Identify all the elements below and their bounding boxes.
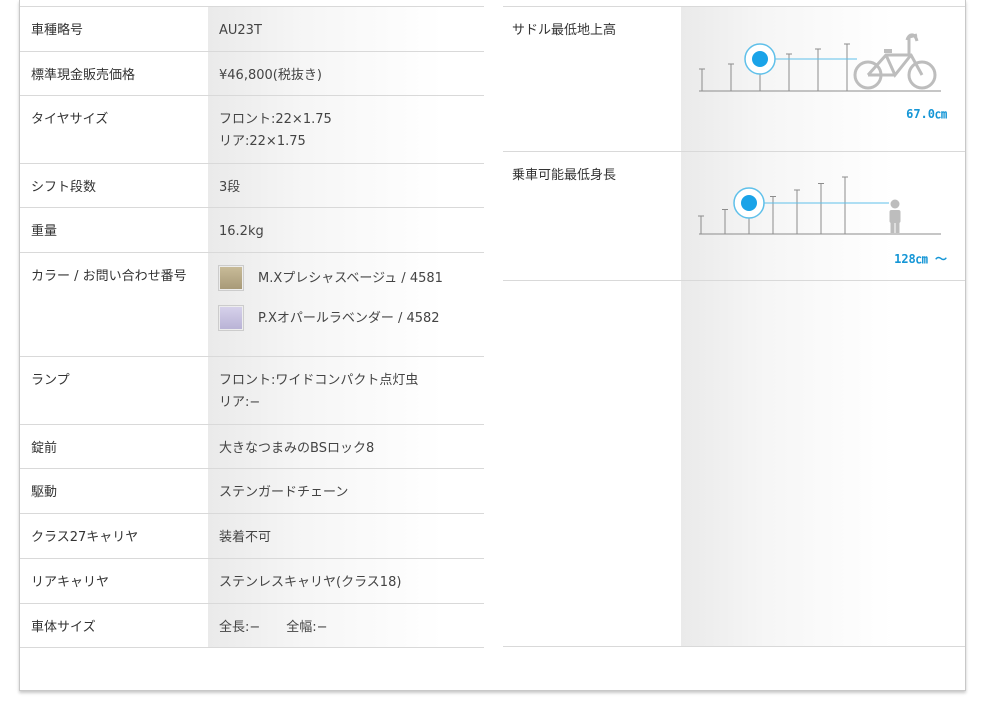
fit-label: サドル最低地上高 — [512, 23, 617, 38]
spec-value: ステンレスキャリヤ(クラス18) — [208, 559, 484, 603]
fit-table: サドル最低地上高 67.0㎝ 乗車可能最低身長 128㎝ 〜 — [503, 6, 965, 647]
saddle-height-value: 67.0㎝ — [906, 107, 947, 121]
spec-value-line: 全長:− 全幅:− — [219, 620, 328, 635]
spec-row-price: 標準現金販売価格 ¥46,800(税抜き) — [20, 51, 484, 95]
spec-label: シフト段数 — [31, 180, 97, 195]
color-option[interactable]: M.Xプレシャスベージュ / 4581 — [218, 265, 478, 295]
spec-label: リアキャリヤ — [31, 575, 110, 590]
spec-row-model-code: 車種略号 AU23T — [20, 6, 484, 51]
spec-value: AU23T — [208, 7, 484, 51]
spec-value: 大きなつまみのBSロック8 — [208, 425, 484, 468]
color-list: M.Xプレシャスベージュ / 4581 P.Xオパールラベンダー / 4582 — [208, 253, 484, 356]
spec-row-colors: カラー / お問い合わせ番号 M.Xプレシャスベージュ / 4581 P.Xオパ… — [20, 252, 484, 356]
person-icon — [889, 199, 901, 233]
fit-value: 128㎝ 〜 — [681, 152, 965, 280]
spec-value-line: ステンレスキャリヤ(クラス18) — [219, 575, 402, 590]
color-option[interactable]: P.Xオパールラベンダー / 4582 — [218, 305, 478, 335]
spec-value-line: 大きなつまみのBSロック8 — [219, 441, 375, 456]
spec-value: ¥46,800(税抜き) — [208, 52, 484, 95]
spec-value: フロント:22×1.75 リア:22×1.75 — [208, 96, 484, 163]
color-swatch-fill — [220, 267, 242, 289]
spec-row-weight: 重量 16.2kg — [20, 207, 484, 252]
spec-label: カラー / お問い合わせ番号 — [31, 269, 187, 284]
spec-row-class27-carrier: クラス27キャリヤ 装着不可 — [20, 513, 484, 558]
spec-value-line: ¥46,800(税抜き) — [219, 68, 322, 83]
spec-row-body-size: 車体サイズ 全長:− 全幅:− — [20, 603, 484, 648]
spec-value: 3段 — [208, 164, 484, 207]
spec-label: 駆動 — [31, 485, 58, 500]
color-name: M.Xプレシャスベージュ / 4581 — [258, 271, 443, 286]
gauge-marker — [733, 187, 765, 219]
spec-value-line: 16.2kg — [219, 224, 264, 239]
fit-row-empty — [503, 280, 965, 646]
color-swatch — [218, 265, 244, 291]
fit-row-min-rider-height: 乗車可能最低身長 128㎝ 〜 — [503, 151, 965, 280]
spec-value-line: 装着不可 — [219, 530, 272, 545]
spec-value: 全長:− 全幅:− — [208, 604, 484, 647]
spec-label: クラス27キャリヤ — [31, 530, 139, 545]
spec-label: 車体サイズ — [31, 620, 96, 635]
color-swatch — [218, 305, 244, 331]
spec-value-line: AU23T — [219, 23, 262, 38]
fit-table-bottom-border — [503, 646, 965, 647]
spec-label: 標準現金販売価格 — [31, 68, 136, 83]
gauge-marker — [744, 43, 776, 75]
spec-row-drive: 駆動 ステンガードチェーン — [20, 468, 484, 513]
spec-label: 重量 — [31, 224, 58, 239]
spec-label: 車種略号 — [31, 23, 84, 38]
spec-label: 錠前 — [31, 441, 58, 456]
saddle-height-gauge — [699, 33, 941, 92]
spec-value: 装着不可 — [208, 514, 484, 558]
spec-card: 車種略号 AU23T 標準現金販売価格 ¥46,800(税抜き) タイヤサイズ … — [19, 0, 966, 691]
spec-value-line: ステンガードチェーン — [219, 485, 349, 500]
spec-row-tire-size: タイヤサイズ フロント:22×1.75 リア:22×1.75 — [20, 95, 484, 163]
spec-value-line: フロント:ワイドコンパクト点灯虫 — [219, 373, 419, 388]
rider-height-value: 128㎝ 〜 — [894, 252, 947, 266]
spec-row-lamp: ランプ フロント:ワイドコンパクト点灯虫 リア:− — [20, 356, 484, 424]
spec-row-lock: 錠前 大きなつまみのBSロック8 — [20, 424, 484, 468]
color-swatch-fill — [220, 307, 242, 329]
fit-label: 乗車可能最低身長 — [512, 168, 617, 183]
bicycle-icon — [853, 33, 937, 90]
spec-value-line: リア:22×1.75 — [219, 134, 306, 149]
spec-row-gears: シフト段数 3段 — [20, 163, 484, 207]
spec-label: タイヤサイズ — [31, 112, 109, 127]
spec-label: ランプ — [31, 373, 70, 388]
spec-value: フロント:ワイドコンパクト点灯虫 リア:− — [208, 357, 484, 424]
fit-value-empty — [681, 281, 965, 646]
spec-row-rear-carrier: リアキャリヤ ステンレスキャリヤ(クラス18) — [20, 558, 484, 603]
spec-value-line: リア:− — [219, 395, 261, 410]
fit-row-saddle-height: サドル最低地上高 67.0㎝ — [503, 6, 965, 151]
fit-value: 67.0㎝ — [681, 7, 965, 151]
spec-value: ステンガードチェーン — [208, 469, 484, 513]
color-name: P.Xオパールラベンダー / 4582 — [258, 311, 440, 326]
spec-value: 16.2kg — [208, 208, 484, 252]
spec-value-line: フロント:22×1.75 — [219, 112, 332, 127]
spec-value-line: 3段 — [219, 180, 241, 195]
spec-table: 車種略号 AU23T 標準現金販売価格 ¥46,800(税抜き) タイヤサイズ … — [20, 6, 484, 648]
